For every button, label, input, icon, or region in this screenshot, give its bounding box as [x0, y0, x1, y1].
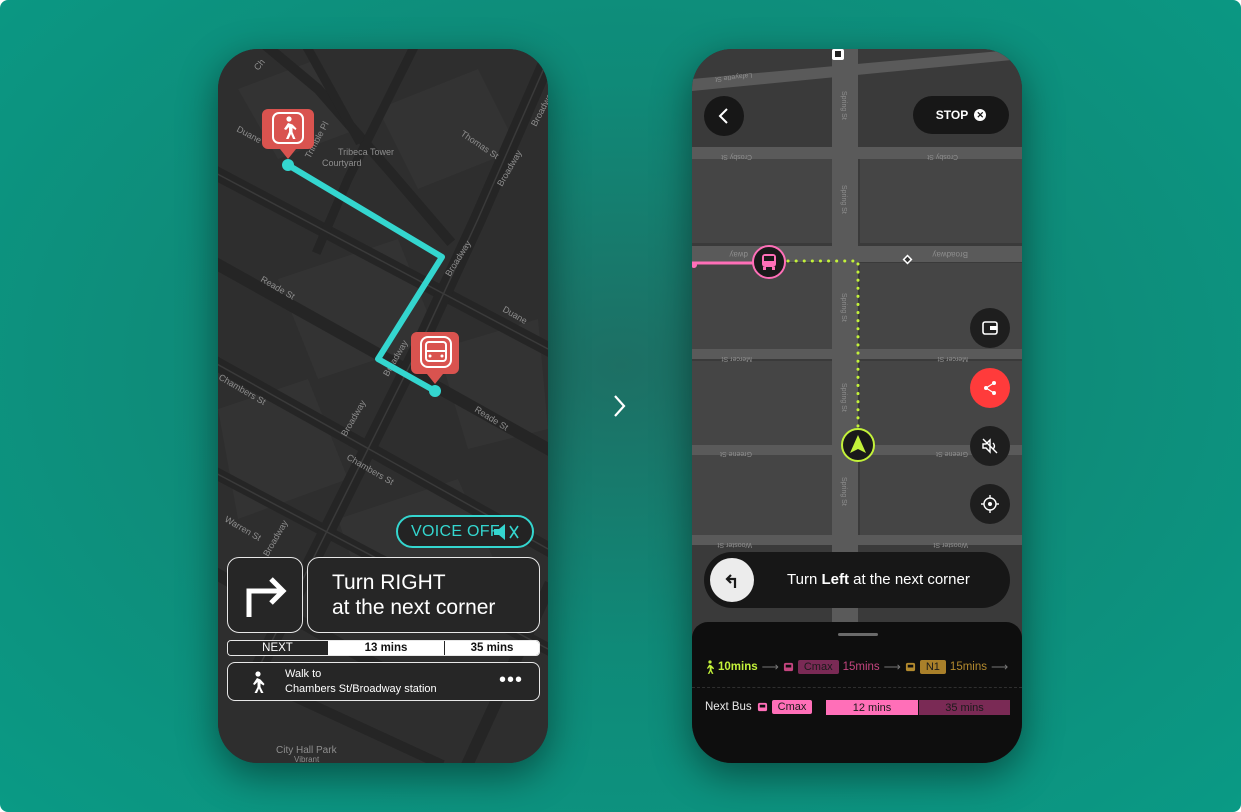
map-label: Vibrant [294, 755, 320, 763]
instruction-prefix: Turn [787, 571, 822, 588]
map-label: Greene St [936, 450, 968, 457]
next-departures-bar: NEXT 13 mins 35 mins [227, 640, 540, 656]
bus2-time: 15mins [949, 661, 987, 673]
more-options-icon[interactable]: ••• [499, 670, 523, 690]
map-label: Spring St [840, 293, 847, 322]
share-icon [984, 381, 996, 395]
map-label: Spring St [840, 91, 847, 120]
next-label: NEXT [228, 641, 327, 655]
voice-button-label: VOICE OFF [411, 522, 500, 540]
walk-step-card[interactable]: Walk to Chambers St/Broadway station ••• [227, 662, 540, 701]
next-time-2: 35 mins [444, 641, 539, 655]
map-label: Wooster St [717, 541, 752, 548]
turn-direction-circle [710, 558, 754, 602]
map-label: Courtyard [322, 158, 362, 168]
sheet-handle[interactable] [838, 633, 878, 636]
phone-left: Ch Duane St Trimble Pl Thomas St Tribeca… [218, 49, 548, 763]
route-tag-cmax: Cmax [797, 660, 839, 674]
instruction-line-2: at the next corner [332, 596, 496, 619]
next-bus-label: Next Bus [705, 701, 752, 713]
instruction-suffix: at the next corner [848, 571, 970, 588]
bus-icon [905, 662, 915, 671]
phone-right: Lafayette St Crosby St Crosby St Broadwa… [692, 49, 1022, 763]
turn-direction-icon-box [227, 557, 303, 633]
arrow-right-icon: ⟶ [761, 660, 779, 674]
presentation-canvas: Ch Duane St Trimble Pl Thomas St Tribeca… [0, 0, 1241, 812]
route-summary: 10mins ⟶ Cmax 15mins ⟶ N1 15mins ⟶ [705, 659, 1012, 675]
map-label: dway [729, 250, 748, 259]
next-bus-time-1: 12 mins [826, 700, 918, 715]
turn-instruction-text: Turn Left at the next corner [787, 571, 970, 588]
map-label: Tribeca Tower [338, 147, 394, 157]
stop-label: STOP [935, 108, 969, 122]
map-label: Mercer St [938, 355, 968, 362]
map-label: Crosby St [927, 153, 958, 160]
divider [692, 687, 1022, 688]
chevron-right-icon [614, 395, 626, 417]
next-bus-tag: Cmax [771, 700, 813, 714]
walk-line-1: Walk to [285, 668, 322, 680]
map-label: Spring St [840, 185, 847, 214]
next-bus-times: 12 mins 35 mins [826, 700, 1010, 715]
stop-button[interactable]: STOP ✕ [913, 96, 1009, 134]
walk-destination: Chambers St/Broadway station [285, 683, 437, 695]
instruction-direction: Left [821, 571, 849, 588]
walk-time: 10mins [718, 661, 758, 673]
map-label: Mercer St [722, 355, 752, 362]
wallet-button[interactable] [970, 308, 1010, 348]
instruction-line-1: Turn RIGHT [332, 571, 446, 594]
map-label: Spring St [840, 383, 847, 412]
turn-instruction-card: Turn RIGHT at the next corner [307, 557, 540, 633]
chevron-left-icon [718, 108, 728, 124]
bottom-sheet[interactable]: 10mins ⟶ Cmax 15mins ⟶ N1 15mins ⟶ Next … [692, 622, 1022, 763]
turn-instruction-card: Turn Left at the next corner [704, 552, 1010, 608]
share-button[interactable] [970, 368, 1010, 408]
turn-left-arrow-icon [725, 574, 737, 588]
walking-person-icon [706, 660, 715, 674]
back-button[interactable] [704, 96, 744, 136]
mute-button[interactable] [970, 426, 1010, 466]
map-label: Broadway [932, 250, 968, 259]
map-label: Wooster St [933, 541, 968, 548]
speaker-muted-icon [494, 524, 519, 540]
turn-right-arrow-icon [246, 577, 287, 617]
bus1-time: 15mins [842, 661, 880, 673]
route-end-dot [429, 385, 441, 397]
arrow-right-icon: ⟶ [883, 660, 901, 674]
route-tag-n1: N1 [919, 660, 946, 674]
arrow-right-icon: ⟶ [991, 660, 1009, 674]
next-bus-row: Next Bus Cmax [705, 700, 813, 714]
next-time-1: 13 mins [327, 641, 444, 655]
route-start-dot [282, 159, 294, 171]
next-bus-time-2: 35 mins [919, 700, 1010, 715]
bus-stop-icon[interactable] [752, 245, 786, 279]
map-label: Greene St [720, 450, 752, 457]
map-label: Crosby St [721, 153, 752, 160]
bus-icon [757, 702, 767, 711]
wallet-icon [982, 321, 998, 335]
speaker-muted-icon [982, 438, 998, 454]
crosshair-icon [981, 495, 999, 513]
map-label: Spring St [840, 477, 847, 506]
user-location-icon [841, 428, 875, 462]
walking-person-icon [253, 671, 265, 693]
voice-toggle-button[interactable]: VOICE OFF [396, 515, 534, 548]
bus-icon [783, 662, 793, 671]
recenter-button[interactable] [970, 484, 1010, 524]
close-icon: ✕ [974, 109, 987, 121]
